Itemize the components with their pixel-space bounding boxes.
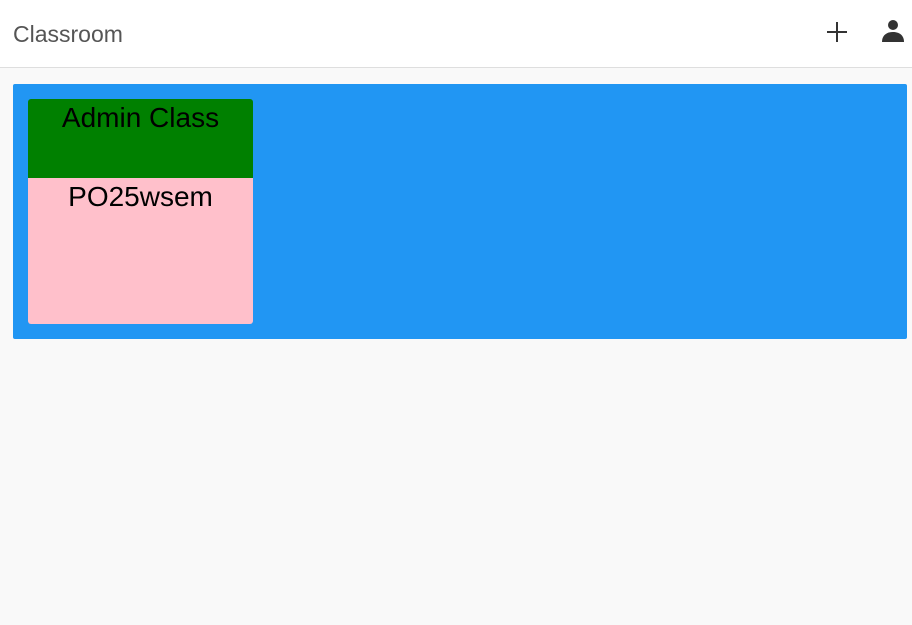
class-card-header: Admin Class	[28, 99, 253, 178]
plus-icon	[827, 22, 847, 42]
person-icon	[882, 20, 904, 42]
class-card-body: PO25wsem	[28, 178, 253, 324]
class-card[interactable]: Admin Class PO25wsem	[28, 99, 253, 324]
class-list: Admin Class PO25wsem	[13, 84, 907, 339]
app-bar: Classroom	[0, 0, 912, 68]
account-button[interactable]	[877, 14, 909, 46]
class-code: PO25wsem	[68, 181, 213, 212]
app-title: Classroom	[13, 21, 123, 47]
add-class-button[interactable]	[821, 16, 853, 48]
class-name: Admin Class	[61, 102, 220, 133]
